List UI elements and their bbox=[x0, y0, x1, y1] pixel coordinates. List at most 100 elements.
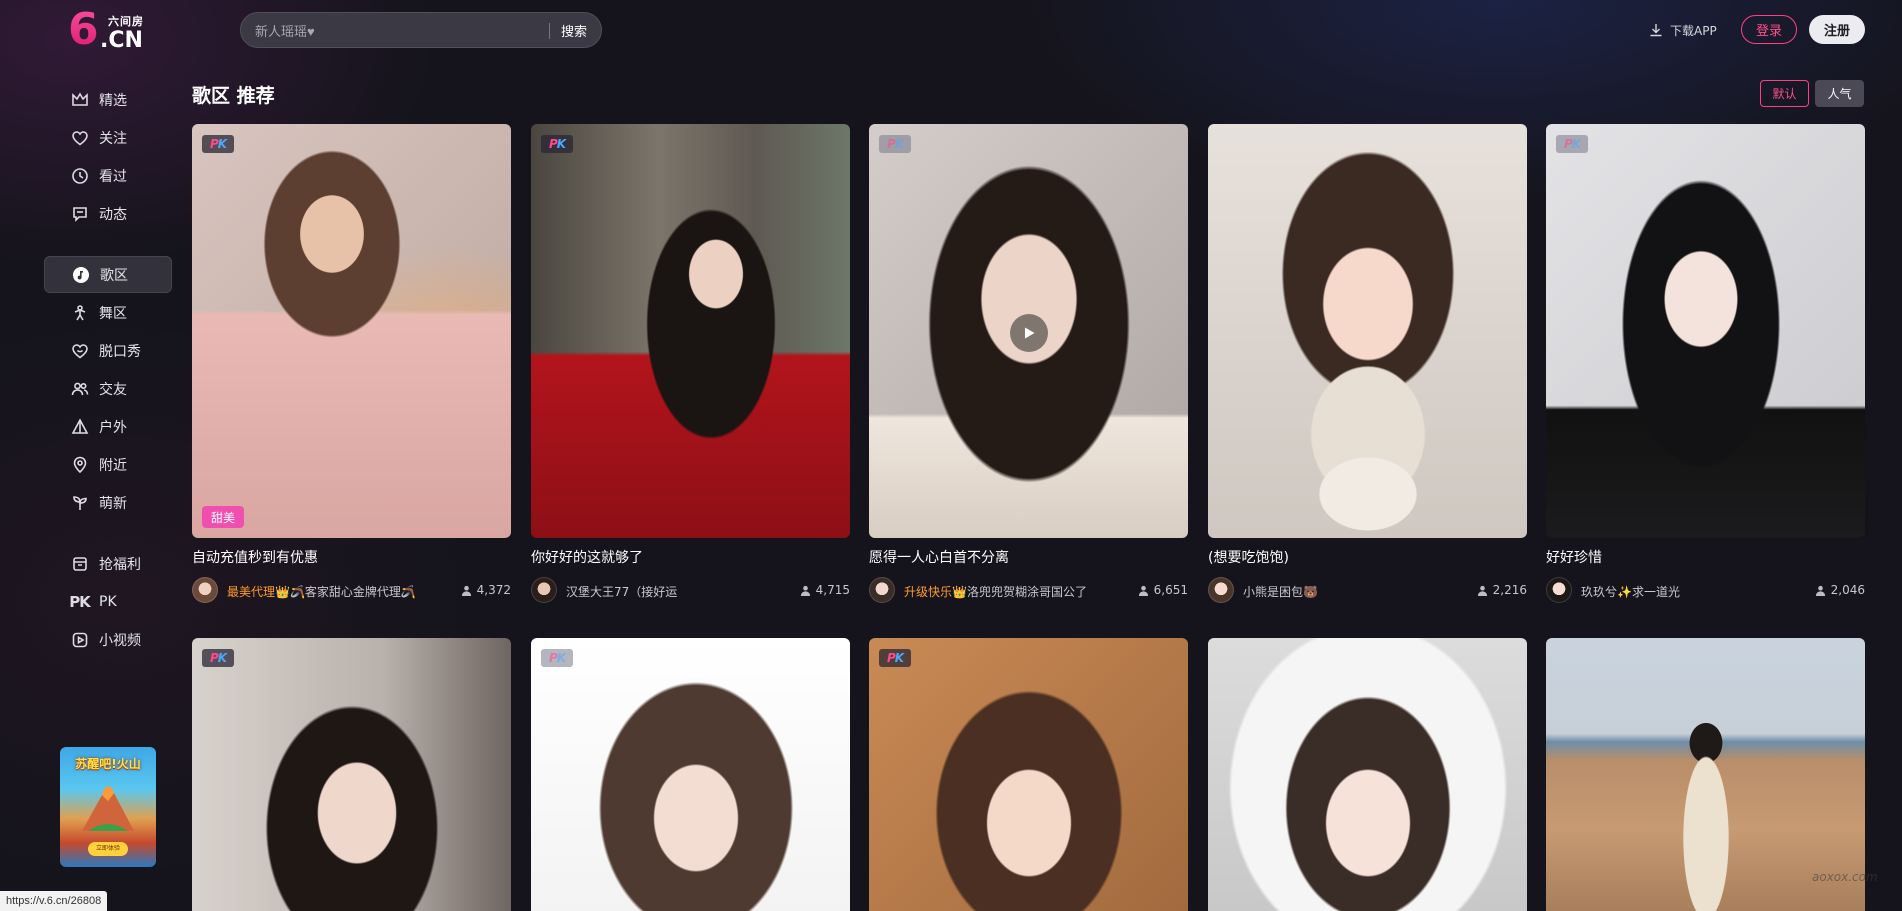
sort-default-button[interactable]: 默认 bbox=[1760, 80, 1809, 107]
sidebar-item-label: 萌新 bbox=[99, 495, 127, 512]
stream-title[interactable]: 自动充值秒到有优惠 bbox=[192, 547, 318, 567]
site-logo[interactable]: 6 六间房 .CN bbox=[68, 5, 148, 55]
sidebar-item-nearby[interactable]: 附近 bbox=[44, 446, 172, 483]
download-app-label: 下载APP bbox=[1670, 23, 1717, 38]
pk-badge: PK bbox=[1556, 135, 1588, 153]
sidebar: 精选 关注 看过 动态 歌区 舞区 脱口秀 交友 户外 附近 萌新 抢福利 PK… bbox=[0, 62, 178, 911]
anchor-highlight: 升级快乐 bbox=[904, 585, 953, 599]
status-bar-url: https://v.6.cn/26808 bbox=[0, 891, 108, 911]
user-icon bbox=[1477, 585, 1487, 596]
sidebar-item-label: 舞区 bbox=[99, 305, 127, 322]
anchor-name[interactable]: 升级快乐👑洛兜兜贺糊涂哥国公了 bbox=[904, 583, 1129, 600]
search-input[interactable] bbox=[255, 21, 555, 41]
anchor-name-text: 玖玖兮✨求一道光 bbox=[1581, 585, 1680, 599]
game-ad-banner[interactable]: 苏醒吧!火山 立即体验 bbox=[60, 747, 156, 867]
viewer-count: 2,216 bbox=[1477, 583, 1527, 597]
sidebar-item-outdoor[interactable]: 户外 bbox=[44, 408, 172, 445]
dance-icon bbox=[70, 303, 89, 322]
pk-badge: PK bbox=[541, 649, 573, 667]
sidebar-item-label: 动态 bbox=[99, 206, 127, 223]
register-button[interactable]: 注册 bbox=[1809, 15, 1865, 44]
sidebar-item-label: 交友 bbox=[99, 381, 127, 398]
category-tag: 甜美 bbox=[202, 506, 245, 528]
sidebar-item-label: 歌区 bbox=[100, 267, 128, 284]
location-icon bbox=[70, 455, 89, 474]
sidebar-item-label: 抢福利 bbox=[99, 556, 141, 573]
sidebar-item-featured[interactable]: 精选 bbox=[44, 81, 172, 118]
music-note-icon bbox=[71, 265, 90, 284]
sidebar-item-singing[interactable]: 歌区 bbox=[44, 256, 172, 293]
anchor-name[interactable]: 最美代理👑🪃客家甜心金牌代理🪃 bbox=[227, 583, 452, 600]
stream-thumbnail[interactable]: PK bbox=[531, 638, 850, 911]
sidebar-item-welfare[interactable]: 抢福利 bbox=[44, 545, 172, 582]
sidebar-item-label: 脱口秀 bbox=[99, 343, 141, 360]
viewer-count-value: 6,651 bbox=[1153, 583, 1188, 597]
stream-thumbnail[interactable]: PK bbox=[869, 638, 1188, 911]
stream-title[interactable]: 好好珍惜 bbox=[1546, 547, 1602, 567]
viewer-count-value: 4,715 bbox=[815, 583, 850, 597]
anchor-highlight: 最美代理 bbox=[227, 585, 276, 599]
sidebar-item-history[interactable]: 看过 bbox=[44, 157, 172, 194]
stream-thumbnail[interactable] bbox=[1208, 124, 1527, 538]
anchor-name[interactable]: 小熊是困包🐻 bbox=[1243, 583, 1468, 600]
search-bar: 搜索 bbox=[240, 12, 602, 48]
watermark: aoxox.com bbox=[1812, 870, 1878, 884]
play-icon[interactable] bbox=[1010, 314, 1048, 352]
smile-icon bbox=[70, 341, 89, 360]
sort-popular-button[interactable]: 人气 bbox=[1815, 80, 1864, 107]
download-app-link[interactable]: 下载APP bbox=[1648, 19, 1717, 41]
pk-badge: PK bbox=[202, 135, 234, 153]
stream-meta: 汉堡大王77（接好运 4,715 bbox=[531, 575, 850, 605]
stream-thumbnail[interactable]: PK bbox=[869, 124, 1188, 538]
stream-thumbnail[interactable]: PK bbox=[531, 124, 850, 538]
pk-badge: PK bbox=[879, 135, 911, 153]
stream-meta: 最美代理👑🪃客家甜心金牌代理🪃 4,372 bbox=[192, 575, 511, 605]
stream-meta: 玖玖兮✨求一道光 2,046 bbox=[1546, 575, 1865, 605]
ad-cta-button[interactable]: 立即体验 bbox=[88, 842, 128, 856]
avatar[interactable] bbox=[1208, 577, 1234, 603]
avatar[interactable] bbox=[1546, 577, 1572, 603]
avatar[interactable] bbox=[192, 577, 218, 603]
sidebar-item-label: 附近 bbox=[99, 457, 127, 474]
stream-thumbnail[interactable]: PK 甜美 bbox=[192, 124, 511, 538]
ad-title: 苏醒吧!火山 bbox=[75, 757, 141, 771]
download-icon bbox=[1650, 24, 1662, 37]
sidebar-item-dance[interactable]: 舞区 bbox=[44, 294, 172, 331]
clock-icon bbox=[70, 166, 89, 185]
avatar[interactable] bbox=[531, 577, 557, 603]
users-icon bbox=[70, 379, 89, 398]
heart-icon bbox=[70, 128, 89, 147]
top-header: 6 六间房 .CN 搜索 下载APP 登录 注册 bbox=[0, 0, 1902, 62]
search-button[interactable]: 搜索 bbox=[561, 21, 587, 40]
outdoor-icon bbox=[70, 417, 89, 436]
user-icon bbox=[800, 585, 810, 596]
login-button[interactable]: 登录 bbox=[1741, 15, 1797, 44]
stream-thumbnail[interactable]: PK bbox=[192, 638, 511, 911]
sidebar-item-label: 关注 bbox=[99, 130, 127, 147]
logo-domain: .CN bbox=[100, 28, 143, 53]
anchor-name[interactable]: 汉堡大王77（接好运 bbox=[566, 583, 791, 600]
stream-title[interactable]: 愿得一人心白首不分离 bbox=[869, 547, 1009, 567]
viewer-count: 6,651 bbox=[1138, 583, 1188, 597]
user-icon bbox=[1815, 585, 1825, 596]
page-title: 歌区 推荐 bbox=[192, 85, 275, 107]
sidebar-item-label: PK bbox=[99, 593, 117, 610]
avatar[interactable] bbox=[869, 577, 895, 603]
stream-thumbnail[interactable]: PK bbox=[1546, 124, 1865, 538]
sidebar-item-short-video[interactable]: 小视频 bbox=[44, 621, 172, 658]
gift-icon bbox=[70, 554, 89, 573]
stream-title[interactable]: 你好好的这就够了 bbox=[531, 547, 643, 567]
sidebar-item-newbie[interactable]: 萌新 bbox=[44, 484, 172, 521]
stream-thumbnail[interactable] bbox=[1208, 638, 1527, 911]
stream-meta: 升级快乐👑洛兜兜贺糊涂哥国公了 6,651 bbox=[869, 575, 1188, 605]
stream-meta: 小熊是困包🐻 2,216 bbox=[1208, 575, 1527, 605]
stream-title[interactable]: (想要吃饱饱) bbox=[1208, 547, 1289, 567]
sidebar-item-social[interactable]: 交友 bbox=[44, 370, 172, 407]
anchor-name[interactable]: 玖玖兮✨求一道光 bbox=[1581, 583, 1806, 600]
sidebar-item-follow[interactable]: 关注 bbox=[44, 119, 172, 156]
viewer-count: 4,372 bbox=[461, 583, 511, 597]
sidebar-item-feed[interactable]: 动态 bbox=[44, 195, 172, 232]
sidebar-item-pk[interactable]: PK PK bbox=[44, 583, 172, 620]
sidebar-item-talkshow[interactable]: 脱口秀 bbox=[44, 332, 172, 369]
viewer-count-value: 2,216 bbox=[1492, 583, 1527, 597]
